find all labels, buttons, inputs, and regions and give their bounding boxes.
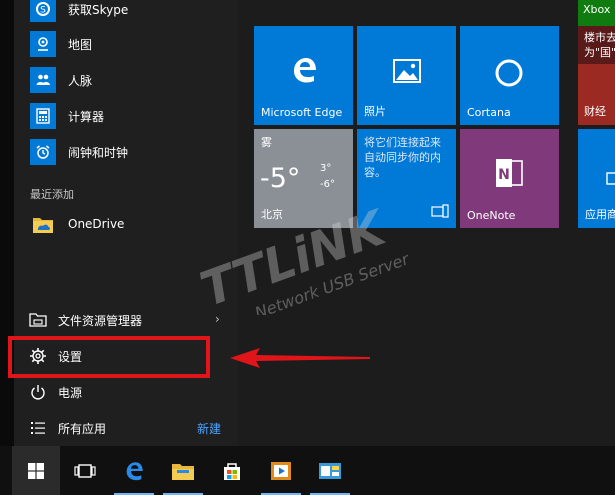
cortana-icon: [494, 58, 524, 92]
people-icon: [30, 67, 56, 93]
photos-icon: [393, 59, 421, 87]
tile-label-xbox: Xbox: [583, 3, 611, 16]
maps-icon: [30, 31, 56, 57]
taskbar-app-button[interactable]: [306, 446, 354, 495]
weather-city: 北京: [261, 208, 283, 221]
tile-edge[interactable]: Microsoft Edge: [254, 26, 353, 125]
windows-logo-icon: [28, 462, 44, 479]
app-item-people[interactable]: 人脉: [14, 62, 238, 98]
file-explorer-button[interactable]: 文件资源管理器: [14, 303, 238, 337]
power-label: 电源: [58, 385, 83, 400]
list-icon: [28, 418, 48, 438]
tile-cortana[interactable]: Cortana: [460, 26, 559, 125]
tile-xbox[interactable]: Xbox: [578, 0, 615, 26]
tile-weather[interactable]: 雾 -5° 3° -6° 北京: [254, 129, 353, 228]
new-badge[interactable]: 新建: [197, 420, 221, 437]
taskbar-store-button[interactable]: [208, 446, 256, 495]
all-apps-label: 所有应用: [58, 421, 107, 436]
tile-label-cortana: Cortana: [467, 106, 511, 119]
tile-onenote[interactable]: N OneNote: [460, 129, 559, 228]
media-player-icon: [271, 461, 291, 480]
app-label-onedrive: OneDrive: [68, 217, 125, 231]
app-label-people: 人脉: [68, 73, 93, 88]
weather-high: 3°: [320, 163, 332, 174]
app-item-maps[interactable]: 地图: [14, 26, 238, 62]
file-explorer-label: 文件资源管理器: [58, 313, 143, 328]
folder-icon: [28, 310, 48, 330]
weather-condition: 雾: [261, 136, 272, 149]
tile-label-edge: Microsoft Edge: [261, 106, 343, 119]
svg-text:S: S: [40, 6, 46, 16]
settings-highlight-box: [8, 336, 210, 378]
tile-label-onenote: OneNote: [467, 209, 516, 222]
tile-label-photos: 照片: [364, 105, 386, 118]
store-icon: [224, 462, 240, 480]
power-icon: [28, 382, 48, 402]
app-label-maps: 地图: [68, 37, 93, 52]
tile-store[interactable]: 应用商: [578, 129, 615, 228]
alarm-clock-icon: [30, 139, 56, 165]
app-label-alarms: 闹钟和时钟: [68, 145, 129, 160]
taskbar: [0, 446, 615, 495]
weather-low: -6°: [320, 179, 335, 190]
store-icon: [606, 169, 615, 189]
onedrive-folder-icon: [30, 211, 56, 237]
tile-finance[interactable]: 财经: [578, 64, 615, 125]
phone-companion-text: 将它们连接起来 自动同步你的内容。: [364, 136, 441, 179]
app-item-calculator[interactable]: 计算器: [14, 98, 238, 134]
red-arrow-annotation: [230, 348, 370, 368]
weather-temp: -5°: [260, 163, 301, 194]
app-label-skype: 获取Skype: [68, 2, 129, 17]
network-app-icon: [319, 462, 341, 479]
edge-icon: [289, 55, 319, 89]
taskbar-media-button[interactable]: [257, 446, 305, 495]
tile-photos[interactable]: 照片: [357, 26, 456, 125]
svg-text:N: N: [498, 167, 510, 183]
tile-label-finance: 财经: [584, 105, 606, 118]
app-label-calculator: 计算器: [68, 109, 105, 124]
taskbar-explorer-button[interactable]: [159, 446, 207, 495]
app-item-alarms[interactable]: 闹钟和时钟: [14, 134, 238, 170]
app-item-skype[interactable]: S 获取Skype: [14, 0, 238, 27]
taskbar-edge-button[interactable]: [110, 446, 158, 495]
app-item-onedrive[interactable]: OneDrive: [14, 206, 238, 242]
left-edge: [0, 0, 14, 446]
start-button[interactable]: [12, 446, 60, 495]
edge-icon: [126, 461, 143, 480]
power-button[interactable]: 电源: [14, 375, 238, 409]
recently-added-heading: 最近添加: [30, 188, 74, 201]
calculator-icon: [30, 103, 56, 129]
folder-icon: [172, 463, 194, 480]
skype-icon: S: [30, 0, 56, 22]
chevron-right-icon[interactable]: ›: [215, 312, 220, 326]
devices-icon: [431, 203, 449, 222]
tile-phone-companion[interactable]: 将它们连接起来 自动同步你的内容。: [357, 129, 456, 228]
task-view-icon: [74, 463, 96, 478]
onenote-icon: N: [494, 157, 524, 193]
task-view-button[interactable]: [61, 446, 109, 495]
tile-label-store: 应用商: [585, 208, 615, 221]
tile-label-news: 楼市去 为"国": [584, 31, 615, 59]
